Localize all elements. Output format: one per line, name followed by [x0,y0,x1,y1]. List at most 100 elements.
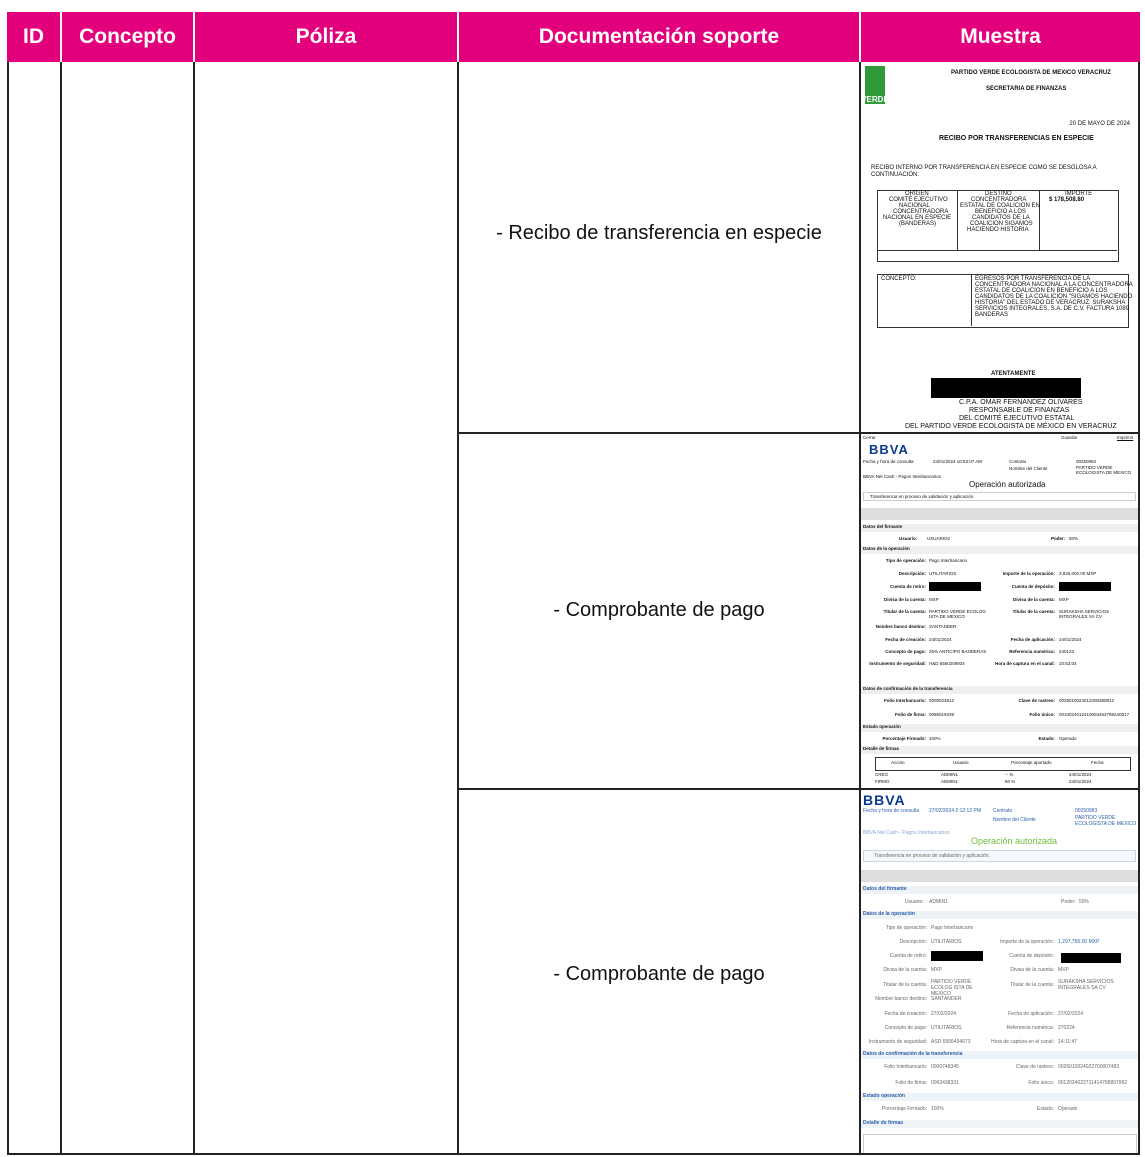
receipt-concepto: BANDERAS [975,312,1009,318]
bbva-sec-operacion: Datos de la operación [861,911,1138,919]
field-value: PARTIDO VERDE ECOLOG ISTA DE MEXICO [931,979,973,997]
bbva-status: Operación autorizada [969,480,1046,489]
field-label: Nombre banco destino: [875,624,926,629]
receipt-date: 20 DE MAYO DE 2024 [1069,121,1130,127]
field-value: 24/01/2024 [1059,637,1082,642]
firmas-cell: 24/01/2024 [1069,772,1092,777]
bbva-gray-bar [861,508,1138,520]
field-value: 100% [929,736,941,741]
firmas-cell: CREO [875,772,889,777]
grid-line [7,1153,1140,1155]
bbva-sec-firmas: Detalle de firmas [861,746,1138,754]
bbva-poder-label: Poder: [1061,899,1076,905]
field-label: Importe de la operación: [1002,571,1055,576]
bbva-cliente: PARTIDO VERDE ECOLOGISTA DE MEXICO [1076,465,1132,475]
field-label: Tipo de operación: [885,558,926,563]
field-value: 0000024812 [929,698,955,703]
bbva-poder-label: Poder: [1051,536,1066,541]
bbva-poder: 50% [1079,899,1090,905]
redaction-account [1059,582,1111,591]
field-value: MXP [931,967,942,973]
field-value: 25% ANTICIPO BANDERAS [929,649,987,654]
firmas-header: Usuario [953,760,969,765]
bbva-usuario: USUARIO2 [927,536,951,541]
redaction-account [1061,953,1121,963]
firmas-cell: FIRMO [875,779,890,784]
field-value: H&D 6560259934 [929,661,965,666]
sample-receipt: VERDE PARTIDO VERDE ECOLOGISTA DE MEXICO… [861,64,1138,430]
field-value: UTILITARIOS [929,571,957,576]
field-label: Divisa de la cuenta: [1012,597,1055,602]
field-value: UTILITARIOS [931,1025,962,1031]
field-value: 27/02/2024 [931,1011,957,1017]
field-value: MXP [929,597,939,602]
field-value: Pago Interbancario [929,558,968,563]
field-value: MXP [1058,967,1069,973]
receipt-title: RECIBO POR TRANSFERENCIAS EN ESPECIE [939,135,1094,142]
field-label: Folio de firma: [895,1080,927,1086]
field-value: UTILITARIOS [931,939,962,945]
receipt-table-divider [971,274,972,326]
doc-label-comprobante-1: - Comprobante de pago [553,599,765,621]
bbva-fecha-label: Fecha y hora de consulta [863,459,914,464]
field-label: Fecha de creación: [885,637,926,642]
field-label: Folio de firma: [894,712,926,717]
field-value: SANTANDER [931,996,962,1002]
bbva-sec-estado: Estado operación [861,724,1138,732]
field-label: Importe de la operación: [1000,939,1054,945]
document-table: ID Concepto Póliza Documentación soporte… [7,12,1140,1155]
bbva-note: Transferencia en proceso de validación y… [863,492,1136,501]
receipt-concepto-label: CONCEPTO: [881,276,917,282]
field-value: 100% [931,1106,944,1112]
field-value: 27/02/2024 [1058,1011,1084,1017]
bbva-logo: BBVA [863,792,906,808]
sample-bbva-1: Cerrar Guardar Imprimir BBVA Fecha y hor… [861,434,1138,786]
doc-label-recibo: - Recibo de transferencia en especie [496,222,822,244]
firmas-cell: ADMIN1 [941,772,959,777]
bbva-contrato-label: Contrato [993,808,1013,814]
bbva-usuario-label: Usuario: [899,536,918,541]
field-label: Clave de rastreo: [1018,698,1055,703]
field-value: SURAKSHA SERVICIOS INTEGRALES SA CV [1059,609,1110,619]
field-label: Fecha de aplicación: [1010,637,1055,642]
bbva-poder: 50% [1069,536,1079,541]
field-label: Folio Interbancario: [884,1064,927,1070]
field-value: MXP [1059,597,1069,602]
receipt-importe: $ 178,508.80 [1049,197,1085,203]
bbva-logo: BBVA [869,442,909,457]
field-label: Instrumento de seguridad: [869,661,926,666]
field-label: Descripción: [899,939,927,945]
bbva-cliente: PARTIDO VERDE ECOLOGISTA DE MEXICO [1075,815,1137,827]
receipt-table-divider [877,250,1117,251]
field-label: Fecha de aplicación: [1008,1011,1054,1017]
bbva-contrato-label: Contrato [1009,459,1027,464]
bbva-cliente-label: Nombre del Cliente [1009,466,1048,471]
grid-line [193,62,195,1155]
firmas-cell: 50 % [1005,779,1016,784]
field-label: Titular de la cuenta: [1010,982,1054,988]
receipt-sign: C.P.A. OMAR FERNANDEZ OLIVARES [959,399,1083,406]
firmas-header: Porcentaje aportado [1011,760,1052,765]
field-label: Divisa de la cuenta: [883,597,926,602]
redaction-signature [931,378,1081,398]
field-value: Pago Interbancario [931,925,974,931]
field-value: 10:53:04 [1059,661,1077,666]
receipt-table-divider [1039,190,1040,250]
receipt-intro: CONTINUACIÓN: [871,172,919,178]
receipt-table-divider [957,190,958,250]
bbva-fecha: 27/02/2024 2:12:12 PM [929,808,981,814]
bbva-sec-firmante: Datos del firmante [861,886,1138,894]
receipt-origen: (BANDERAS) [899,221,937,227]
field-label: Tipo de operación: [885,925,927,931]
bbva-usuario-label: Usuario: [905,899,924,905]
field-label: Referencia numérica: [1006,1025,1054,1031]
field-value: ASD 6556494673 [931,1039,971,1045]
field-label: Cuenta de depósito: [1009,953,1054,959]
header-poliza: Póliza [195,12,457,62]
firmas-cell: 24/01/2024 [1069,779,1092,784]
field-value: Operado [1058,1106,1078,1112]
bbva-close-link: Cerrar [863,435,876,440]
grid-line [60,62,62,1155]
firmas-header: Fecha [1091,760,1104,765]
bbva-save-link: Guardar [1061,435,1078,440]
